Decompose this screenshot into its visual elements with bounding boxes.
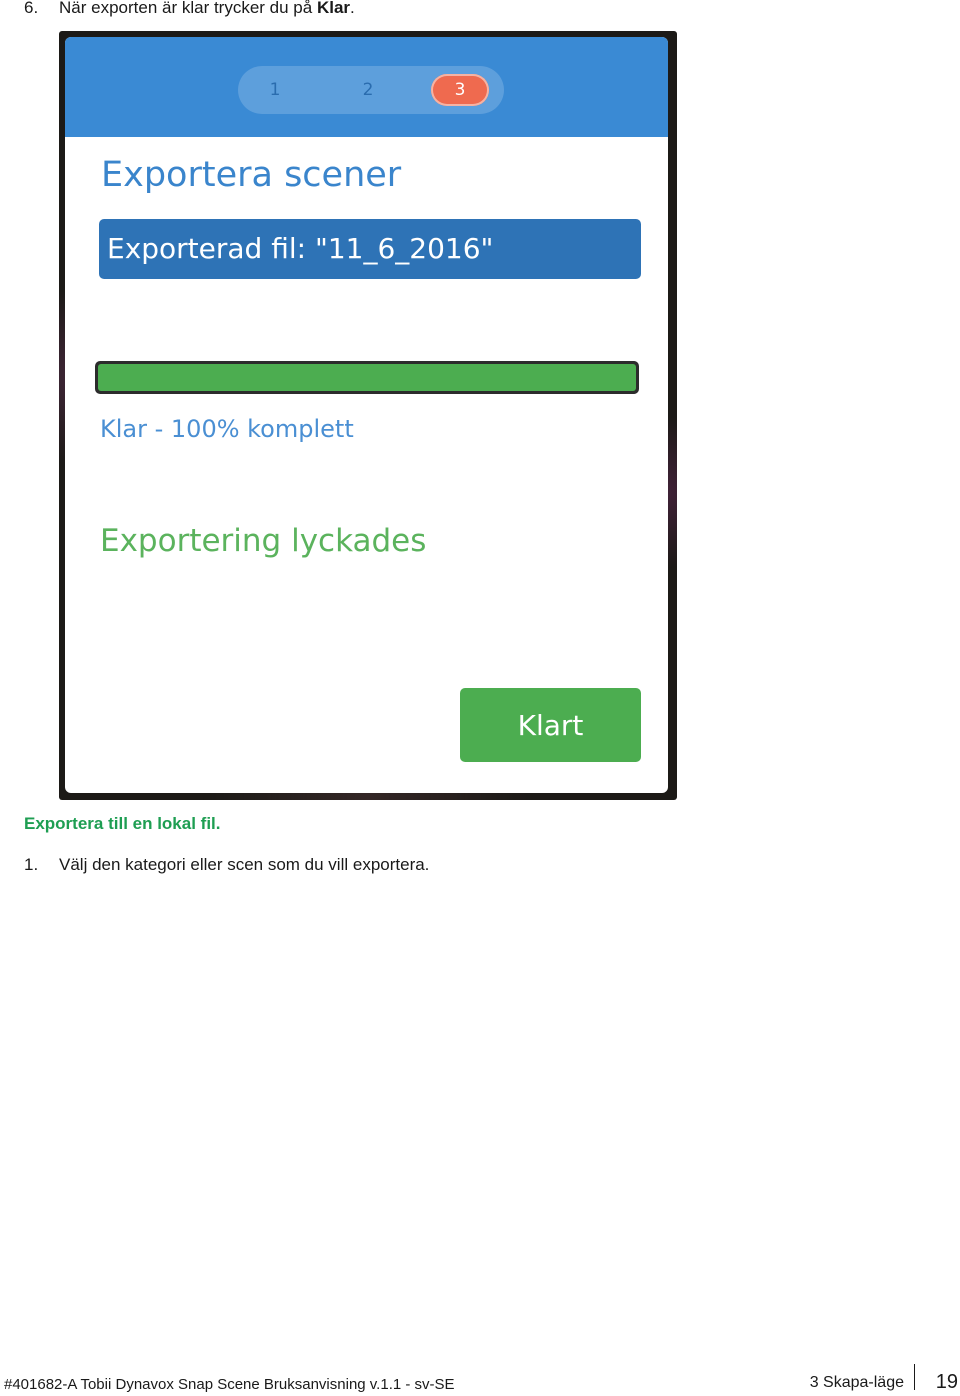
done-button[interactable]: Klart bbox=[460, 688, 641, 762]
instruction-step-6: 6. När exporten är klar trycker du på Kla… bbox=[24, 0, 355, 18]
footer-document-id: #401682-A Tobii Dynavox Snap Scene Bruks… bbox=[4, 1376, 455, 1393]
step-number: 6. bbox=[24, 0, 39, 17]
step-2[interactable]: 2 bbox=[339, 74, 397, 106]
footer-divider bbox=[914, 1364, 915, 1390]
progress-bar-fill bbox=[98, 364, 636, 391]
step-text: Välj den kategori eller scen som du vill… bbox=[59, 855, 430, 874]
export-dialog: 1 2 3 Exportera scener Exporterad fil: "… bbox=[65, 37, 668, 793]
step-number: 1. bbox=[24, 855, 39, 874]
success-message: Exportering lyckades bbox=[100, 523, 427, 559]
dialog-title: Exportera scener bbox=[101, 155, 402, 195]
step-period: . bbox=[350, 0, 355, 17]
instruction-step-1: 1. Välj den kategori eller scen som du vi… bbox=[24, 855, 429, 875]
progress-status: Klar - 100% komplett bbox=[100, 415, 354, 443]
dialog-header: 1 2 3 bbox=[65, 37, 668, 137]
page-number: 19 bbox=[935, 1371, 958, 1393]
export-dialog-screenshot: 1 2 3 Exportera scener Exporterad fil: "… bbox=[59, 31, 677, 800]
footer-chapter: 3 Skapa-läge bbox=[809, 1374, 904, 1391]
step-3-active[interactable]: 3 bbox=[431, 74, 489, 106]
progress-bar bbox=[95, 361, 639, 394]
step-text: När exporten är klar trycker du på bbox=[59, 0, 317, 17]
exported-file-label: Exporterad fil: "11_6_2016" bbox=[99, 219, 641, 279]
step-bold-term: Klar bbox=[316, 0, 351, 17]
section-heading: Exportera till en lokal fil. bbox=[24, 814, 221, 833]
step-1[interactable]: 1 bbox=[246, 74, 304, 106]
step-indicator: 1 2 3 bbox=[238, 66, 504, 114]
